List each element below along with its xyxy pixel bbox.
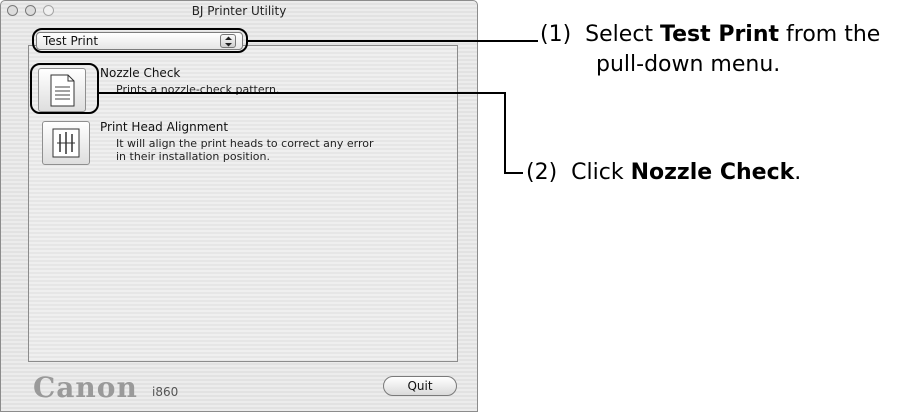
step-2-callout: (2) Click Nozzle Check. xyxy=(526,158,801,188)
step-1-callout: (1) Select Test Print from the xyxy=(540,20,880,50)
step-1-text-bold: Test Print xyxy=(660,22,780,47)
step-2-text-pre: Click xyxy=(571,160,631,185)
step-1-number: (1) xyxy=(540,22,572,47)
step-1-text-post: from the xyxy=(779,22,881,47)
step-1-text-pre: Select xyxy=(585,22,661,47)
step-2-text-bold: Nozzle Check xyxy=(630,160,795,185)
step-1-callout-line-2: pull-down menu. xyxy=(596,52,781,77)
step-2-text-post: . xyxy=(794,160,802,185)
step-2-number: (2) xyxy=(526,160,558,185)
